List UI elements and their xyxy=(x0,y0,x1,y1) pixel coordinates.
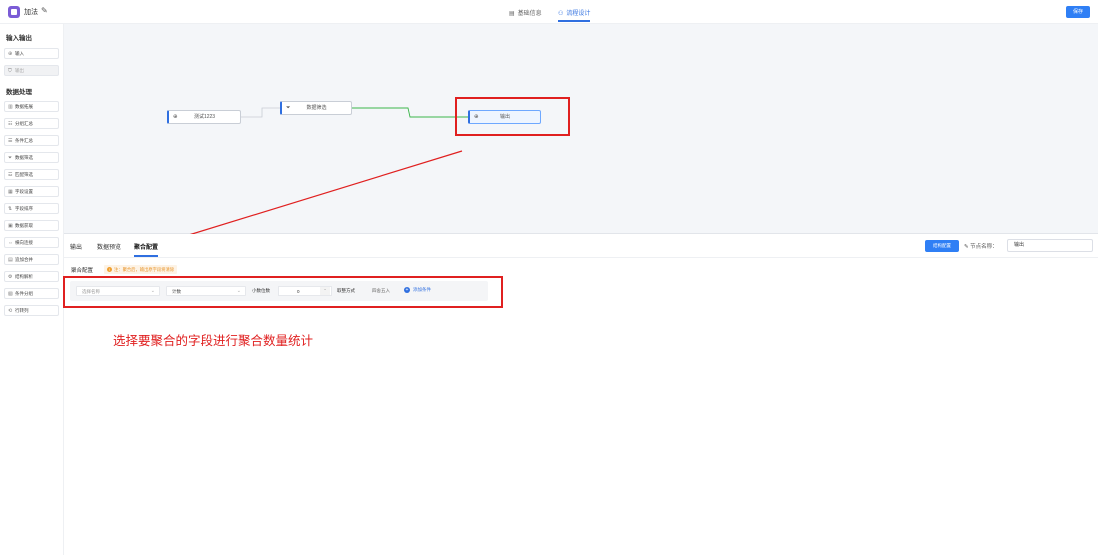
palette-item-group-summary[interactable]: ☷ 分组汇总 xyxy=(4,118,59,129)
document-icon: ▤ xyxy=(509,11,515,17)
top-bar: 加法 ✎ ▤ 基础信息 ⚇ 流程设计 保存 xyxy=(0,0,1098,24)
app-title: 加法 xyxy=(24,9,38,16)
node-name-label: ✎ 节点名称： xyxy=(964,244,998,250)
app-logo-icon xyxy=(8,6,20,18)
palette-item-input[interactable]: ⊕ 输入 xyxy=(4,48,59,59)
append-icon: ▤ xyxy=(8,257,13,263)
palette-item-data-fetch[interactable]: ▣ 数据获取 xyxy=(4,220,59,231)
palette-item-horizontal-join[interactable]: ⇔ 横向连接 xyxy=(4,237,59,248)
plus-circle-icon: ⊕ xyxy=(8,51,13,57)
join-icon: ⇔ xyxy=(8,240,13,246)
field-icon: ▦ xyxy=(8,189,13,195)
shield-icon: ⛉ xyxy=(8,68,12,74)
node-palette-sidebar: 输入输出 ⊕ 输入 ⛉ 输出 数据处理 ▥ 数据拓展 ☷ 分组汇总 ☰ 条件汇总 ⏷ 数据筛… xyxy=(0,24,64,555)
palette-item-append-merge[interactable]: ▤ 追加合并 xyxy=(4,254,59,265)
sort-icon: ⇅ xyxy=(8,206,13,212)
palette-item-field-settings[interactable]: ▦ 字段设置 xyxy=(4,186,59,197)
tab-aggregate-config[interactable]: 聚合配置 xyxy=(134,242,159,257)
flow-node-data-filter[interactable]: ⏷ 数据筛选 xyxy=(280,101,352,115)
annotation-text: 选择要聚合的字段进行聚合数量统计 xyxy=(113,334,314,348)
palette-item-data-expand[interactable]: ▥ 数据拓展 xyxy=(4,101,59,112)
match-icon: ☲ xyxy=(8,172,13,178)
parse-icon: ⚙ xyxy=(8,274,13,280)
highlight-box-config-row xyxy=(63,276,503,308)
branch-icon: ▧ xyxy=(8,291,13,297)
tab-data-preview[interactable]: 数据预览 xyxy=(97,242,121,251)
flow-icon: ⚇ xyxy=(558,11,564,17)
palette-item-output[interactable]: ⛉ 输出 xyxy=(4,65,59,76)
warning-icon: ! xyxy=(107,267,112,272)
section-processing-heading: 数据处理 xyxy=(6,89,32,96)
palette-item-row-to-column[interactable]: ⟲ 行转列 xyxy=(4,305,59,316)
palette-item-field-sort[interactable]: ⇅ 字段排序 xyxy=(4,203,59,214)
fetch-icon: ▣ xyxy=(8,223,13,229)
palette-item-condition-group[interactable]: ▧ 条件分组 xyxy=(4,288,59,299)
edit-title-icon[interactable]: ✎ xyxy=(41,6,48,15)
structure-config-button[interactable]: 结构配置 xyxy=(925,240,959,252)
tab-output[interactable]: 输出 xyxy=(70,242,82,251)
aggregate-config-note: ! 注：聚合后，输出原字段将清除 xyxy=(104,265,178,274)
palette-item-match-filter[interactable]: ☲ 匹配筛选 xyxy=(4,169,59,180)
palette-item-data-filter[interactable]: ⏷ 数据筛选 xyxy=(4,152,59,163)
flow-canvas[interactable] xyxy=(64,24,1098,234)
pivot-icon: ⟲ xyxy=(8,308,13,314)
tab-flow-design[interactable]: ⚇ 流程设计 xyxy=(558,8,591,22)
palette-item-condition-summary[interactable]: ☰ 条件汇总 xyxy=(4,135,59,146)
condition-icon: ☰ xyxy=(8,138,13,144)
tab-basic-info[interactable]: ▤ 基础信息 xyxy=(509,8,542,17)
palette-item-structure-parse[interactable]: ⚙ 结构解析 xyxy=(4,271,59,282)
group-icon: ☷ xyxy=(8,121,13,127)
flow-node-input[interactable]: ⊕ 测试1223 xyxy=(167,110,241,124)
layers-icon: ▥ xyxy=(8,104,13,110)
highlight-box-output-node xyxy=(455,97,570,136)
filter-icon: ⏷ xyxy=(8,155,13,161)
node-name-input[interactable]: 输出 xyxy=(1007,239,1093,252)
section-io-heading: 输入输出 xyxy=(6,35,32,42)
aggregate-config-title: 聚合配置 xyxy=(71,268,94,274)
save-button[interactable]: 保存 xyxy=(1066,6,1090,18)
